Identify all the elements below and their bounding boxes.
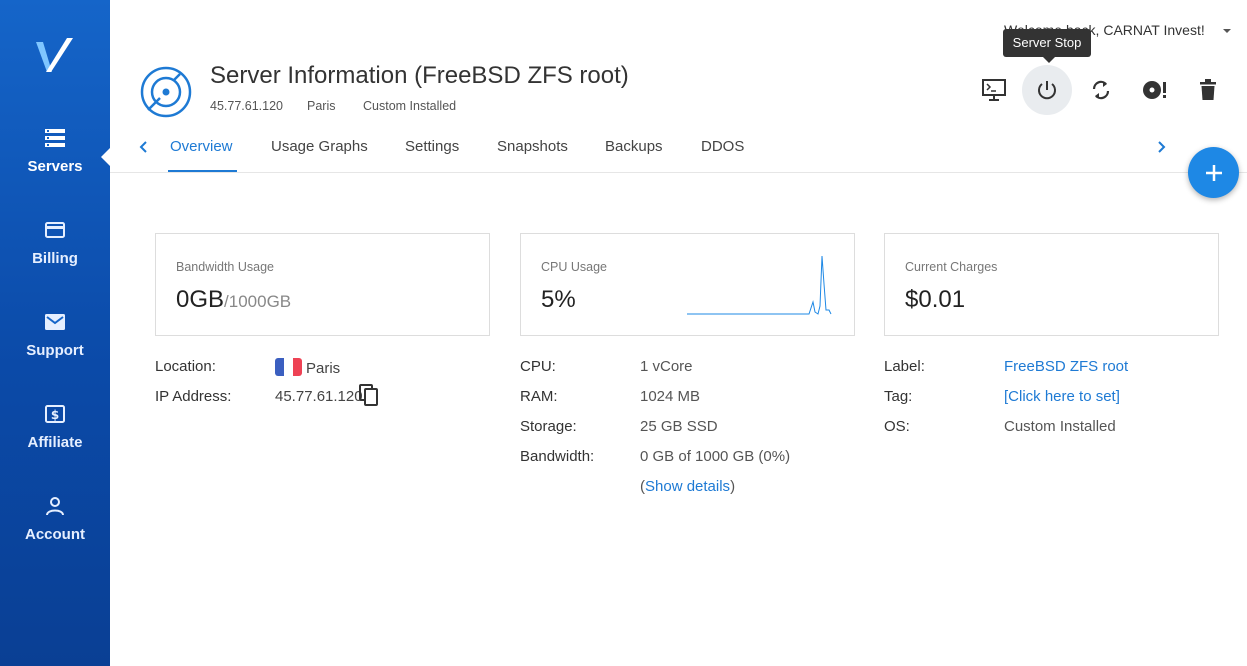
vultr-logo[interactable] (33, 36, 77, 80)
restart-button[interactable] (1076, 65, 1126, 115)
copy-icon[interactable] (359, 384, 379, 406)
location-value: Paris (275, 358, 340, 377)
bandwidth-used: 0GB (176, 286, 225, 313)
bandwidth-value: 0GB/1000GB (176, 286, 291, 314)
mail-icon (45, 314, 65, 330)
sidebar-item-servers[interactable]: Servers (0, 128, 110, 176)
power-icon (1038, 81, 1056, 100)
reinstall-icon (1143, 81, 1166, 99)
ip-value: 45.77.61.120 (275, 388, 363, 405)
tab-overview[interactable]: Overview (170, 138, 233, 155)
location-label: Location: (155, 358, 216, 375)
bandwidth-card: Bandwidth Usage 0GB/1000GB (155, 233, 490, 336)
label-label: Label: (884, 358, 925, 375)
set-tag-link[interactable]: [Click here to set] (1004, 388, 1120, 405)
card-label: Bandwidth Usage (176, 260, 274, 274)
server-ip: 45.77.61.120 (210, 99, 283, 113)
tab-settings[interactable]: Settings (405, 138, 459, 155)
trash-icon (1200, 79, 1216, 100)
charges-card: Current Charges $0.01 (884, 233, 1219, 336)
tab-snapshots[interactable]: Snapshots (497, 138, 568, 155)
page-title: Server Information (FreeBSD ZFS root) (210, 62, 629, 89)
console-button[interactable] (969, 65, 1019, 115)
destroy-button[interactable] (1183, 65, 1233, 115)
cpu-spec: 1 vCore (640, 358, 693, 375)
tab-backups[interactable]: Backups (605, 138, 663, 155)
active-indicator (101, 148, 110, 166)
dollar-icon: $ (45, 405, 65, 423)
storage-spec: 25 GB SSD (640, 418, 718, 435)
storage-label: Storage: (520, 418, 577, 435)
cpu-value: 5% (541, 286, 576, 313)
user-icon (46, 497, 64, 516)
sidebar-item-label: Support (26, 342, 84, 359)
sidebar-item-account[interactable]: Account (0, 496, 110, 544)
reinstall-button[interactable] (1130, 65, 1180, 115)
add-button[interactable] (1188, 147, 1239, 198)
tooltip: Server Stop (1003, 29, 1091, 63)
bandwidth-total: /1000GB (224, 292, 292, 311)
chevron-right-icon[interactable] (1153, 139, 1169, 155)
server-stop-button[interactable] (1022, 65, 1072, 115)
ram-label: RAM: (520, 388, 558, 405)
sidebar-item-label: Account (25, 526, 85, 543)
france-flag-icon (275, 358, 302, 376)
charges-value: $0.01 (905, 286, 966, 313)
os-label: OS: (884, 418, 910, 435)
restart-icon (1092, 80, 1110, 100)
tag-label: Tag: (884, 388, 913, 405)
server-disc-icon (140, 66, 192, 118)
cpu-card: CPU Usage 5% (520, 233, 855, 336)
console-icon (982, 79, 1006, 101)
server-os: Custom Installed (363, 99, 457, 113)
tab-usage-graphs[interactable]: Usage Graphs (271, 138, 368, 155)
sidebar-item-label: Affiliate (27, 434, 83, 451)
ram-spec: 1024 MB (640, 388, 701, 405)
paren-close: ) (730, 478, 736, 495)
sidebar-item-label: Billing (32, 250, 78, 267)
bandwidth-label: Bandwidth: (520, 448, 595, 465)
card-label: Current Charges (905, 260, 998, 274)
sidebar-item-support[interactable]: Support (0, 312, 110, 360)
tabs-bar: Overview Usage Graphs Settings Snapshots… (110, 126, 1247, 173)
server-location: Paris (307, 99, 336, 113)
ip-label: IP Address: (155, 388, 232, 405)
sidebar-item-affiliate[interactable]: $ Affiliate (0, 404, 110, 452)
cpu-label: CPU: (520, 358, 556, 375)
cpu-sparkline (687, 255, 832, 315)
active-tab-underline (168, 170, 237, 172)
show-details-link[interactable]: Show details (645, 478, 730, 495)
chevron-down-icon[interactable] (1223, 29, 1231, 33)
bandwidth-spec: 0 GB of 1000 GB (0%) (640, 448, 791, 465)
location-text: Paris (306, 360, 341, 377)
svg-text:$: $ (51, 408, 59, 422)
plus-icon (1205, 164, 1222, 181)
servers-icon (45, 129, 65, 147)
billing-icon (45, 222, 65, 238)
card-label: CPU Usage (541, 260, 607, 274)
tab-ddos[interactable]: DDOS (701, 138, 744, 155)
os-value: Custom Installed (1004, 418, 1116, 435)
server-label-link[interactable]: FreeBSD ZFS root (1004, 358, 1128, 375)
chevron-left-icon[interactable] (136, 139, 152, 155)
sidebar-item-label: Servers (27, 158, 83, 175)
show-details: (Show details) (640, 478, 735, 495)
sidebar: Servers Billing Support $ Affiliate Acco… (0, 0, 110, 666)
sidebar-item-billing[interactable]: Billing (0, 220, 110, 268)
